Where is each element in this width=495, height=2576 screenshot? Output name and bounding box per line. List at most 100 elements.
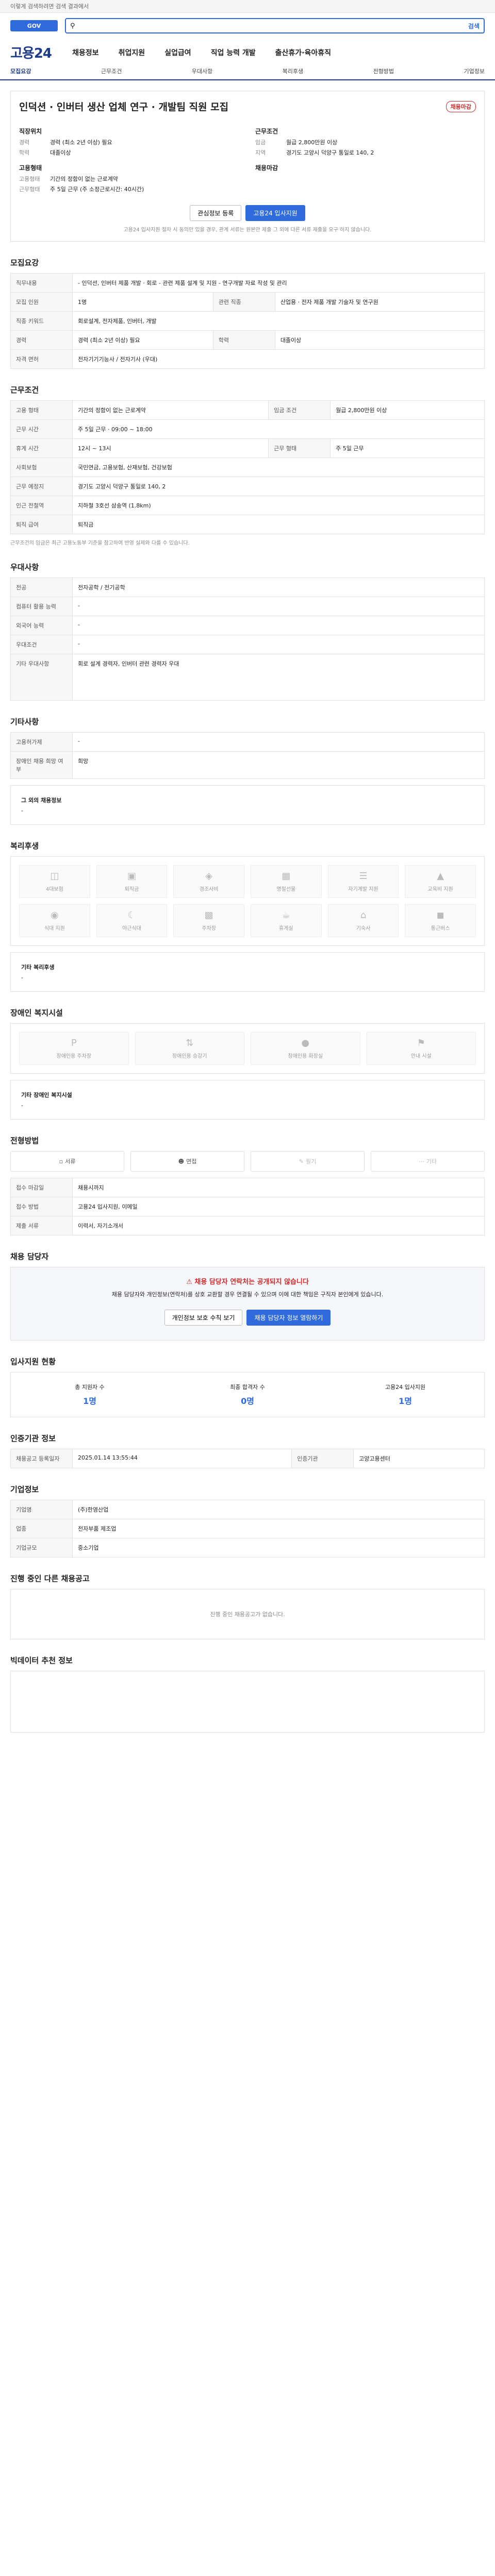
gnb-item[interactable]: 출산휴가·육아휴직: [275, 47, 331, 58]
table-row: 직무내용 - 인덕션, 인버터 제품 개발 · 회로 - 관련 제품 설계 및 지…: [10, 273, 485, 293]
kv-row: 고용형태 기간의 정함이 없는 근로계약: [19, 176, 118, 182]
signpost-icon: ⚑: [417, 1038, 425, 1048]
contact-alert: ⚠ 채용 담당자 연락처는 공개되지 않습니다 채용 담당자와 개인정보(연락처…: [10, 1267, 485, 1341]
applicants-heading: 입사지원 현황: [10, 1357, 56, 1366]
table-row: 채용공고 등록일자 2025.01.14 13:55:44 인증기관 고양고용센터: [10, 1449, 485, 1468]
search-input[interactable]: [79, 22, 464, 29]
table-row: 컴퓨터 활용 능력 -: [10, 597, 485, 616]
work-heading: 근무조건: [10, 385, 39, 395]
group-heading: 고용형태: [19, 164, 42, 172]
disability-tile: ⇅ 장애인용 승강기: [135, 1032, 244, 1065]
welfare-other: 기타 복리후생 -: [10, 952, 485, 992]
table-row: 근무 예정지 경기도 고양시 덕양구 통일로 140, 2: [10, 477, 485, 496]
user-icon: ☻: [178, 1158, 185, 1165]
apply-note: 고용24 입사지원 절차 시 동의만 있을 경우, 관계 서류는 원본만 제출 …: [123, 227, 372, 233]
table-row: 우대조건 -: [10, 635, 485, 654]
other-jobs-heading: 진행 중인 다른 채용공고: [10, 1574, 90, 1583]
kv-row: 학력 대졸이상: [19, 149, 71, 156]
tab-work[interactable]: 근무조건: [101, 67, 122, 75]
prefer-table: 전공 전자공학 / 전기공학 컴퓨터 활용 능력 - 외국어 능력 - 우대조건 - 기…: [10, 578, 485, 701]
moon-icon: ☾: [127, 910, 136, 921]
global-nav: 채용정보 취업지원 실업급여 직업 능력 개발 출산휴가·육아휴직: [72, 47, 331, 58]
etc-heading: 기타사항: [10, 717, 39, 726]
disability-grid: P 장애인용 주차장 ⇅ 장애인용 승강기 ● 장애인용 화장실 ⚑ 안내 시설: [10, 1023, 485, 1074]
welfare-tile: ⌂ 기숙사: [327, 904, 399, 937]
job-summary-card: 인덕션 · 인버터 생산 업체 연구 · 개발팀 직원 모집 채용마감 직장위치…: [10, 91, 485, 242]
car-icon: ▩: [204, 910, 213, 921]
tab-company[interactable]: 기업정보: [464, 67, 484, 75]
welfare-tile: ◈ 경조사비: [173, 865, 244, 898]
gnb-item[interactable]: 직업 능력 개발: [211, 47, 256, 58]
search-button[interactable]: 검색: [468, 22, 480, 30]
present-icon: ▦: [282, 871, 291, 882]
screening-steps: ▫ 서류 ☻ 면접 ✎ 필기 ⋯ 기타: [10, 1151, 485, 1172]
recruit-table: 직무내용 - 인덕션, 인버터 제품 개발 · 회로 - 관련 제품 설계 및 지…: [10, 273, 485, 369]
restroom-icon: ●: [301, 1038, 310, 1048]
table-row: 접수 방법 고용24 입사지원, 이메일: [10, 1197, 485, 1216]
table-row: 인근 전철역 지하철 3호선 삼송역 (1.8km): [10, 496, 485, 515]
tab-welfare[interactable]: 복리후생: [283, 67, 303, 75]
table-row: 고용허가제 -: [10, 732, 485, 752]
view-contact-button[interactable]: 채용 담당자 정보 열람하기: [246, 1310, 331, 1326]
prefer-heading: 우대사항: [10, 563, 39, 572]
dots-icon: ⋯: [418, 1158, 424, 1165]
gnb-item[interactable]: 취업지원: [119, 47, 145, 58]
interest-button[interactable]: 관심정보 등록: [190, 205, 242, 221]
brand-logo[interactable]: GOV: [10, 20, 58, 31]
brand-row: 고용24 채용정보 취업지원 실업급여 직업 능력 개발 출산휴가·육아휴직: [0, 39, 495, 62]
wallet-icon: ▣: [127, 871, 136, 882]
table-row: 자격 면허 전자기기기능사 / 전자기사 (우대): [10, 349, 485, 369]
welfare-tile: ▦ 명절선물: [251, 865, 322, 898]
summary-grid: 직장위치 경력 경력 (최소 2년 이상) 필요 학력 대졸이상 고용형태 고용형태…: [19, 122, 476, 195]
welfare-tile: ▲ 교육비 지원: [405, 865, 476, 898]
summary-right: 근무조건 임금 월급 2,800만원 이상 지역 경기도 고양시 덕양구 통일로 1…: [255, 122, 476, 195]
coffee-icon: ☕: [282, 910, 290, 921]
privacy-rules-button[interactable]: 개인정보 보호 수칙 보기: [164, 1310, 243, 1326]
table-row: 전공 전자공학 / 전기공학: [10, 578, 485, 597]
search-row: GOV ⚲ 검색: [0, 13, 495, 39]
top-banner: 이렇게 검색하려면 검색 결과에서: [0, 0, 495, 13]
welfare-heading: 복리후생: [10, 841, 39, 851]
gnb-item[interactable]: 실업급여: [164, 47, 191, 58]
kv-row: 임금 월급 2,800만원 이상: [255, 139, 338, 146]
job-title-row: 인덕션 · 인버터 생산 업체 연구 · 개발팀 직원 모집 채용마감: [19, 99, 476, 113]
tab-screening[interactable]: 전형방법: [373, 67, 394, 75]
disability-other: 기타 장애인 복지시설 -: [10, 1080, 485, 1120]
welfare-tile: ☰ 자기계발 지원: [327, 865, 399, 898]
kv-row: 근무형태 주 5일 근무 (주 소정근로시간: 40시간): [19, 186, 144, 193]
table-row: 기업명 (주)한영산업: [10, 1500, 485, 1519]
table-row: 근무 시간 주 5일 근무 · 09:00 ~ 18:00: [10, 419, 485, 439]
graduation-icon: ▲: [437, 871, 444, 882]
screening-heading: 전형방법: [10, 1136, 39, 1145]
table-row: 업종 전자부품 제조업: [10, 1519, 485, 1538]
group-heading: 근무조건: [255, 128, 278, 135]
welfare-tile: ◉ 식대 지원: [19, 904, 90, 937]
welfare-tile: ◫ 4대보험: [19, 865, 90, 898]
site-brand[interactable]: 고용24: [10, 43, 52, 62]
welfare-tile: ▩ 주차장: [173, 904, 244, 937]
step-interview: ☻ 면접: [130, 1151, 244, 1172]
etc-table: 고용허가제 - 장애인 채용 희망 여부 희망: [10, 732, 485, 779]
contact-alert-title: ⚠ 채용 담당자 연락처는 공개되지 않습니다: [186, 1278, 309, 1286]
recommend-box: [10, 1671, 485, 1733]
disability-heading: 장애인 복지시설: [10, 1008, 63, 1018]
step-other: ⋯ 기타: [371, 1151, 485, 1172]
table-row: 직종 키워드 회로설계, 전자제품, 인버터, 개발: [10, 311, 485, 331]
status-badge: 채용마감: [446, 100, 476, 112]
disability-tile: P 장애인용 주차장: [19, 1032, 129, 1065]
table-row: 기타 우대사항 회로 설계 경력자, 인버터 관련 경력자 우대: [10, 654, 485, 701]
info-table: 채용공고 등록일자 2025.01.14 13:55:44 인증기관 고양고용센터: [10, 1449, 485, 1468]
summary-actions: 관심정보 등록 고용24 입사지원: [19, 205, 476, 221]
disability-tile: ● 장애인용 화장실: [251, 1032, 360, 1065]
document-icon: ▫: [59, 1158, 63, 1165]
tab-recruit[interactable]: 모집요강: [10, 67, 31, 75]
tab-prefer[interactable]: 우대사항: [192, 67, 212, 75]
etc-extra: 그 외의 채용정보 -: [10, 785, 485, 825]
contact-heading: 채용 담당자: [10, 1252, 49, 1261]
company-table: 기업명 (주)한영산업 업종 전자부품 제조업 기업규모 중소기업: [10, 1500, 485, 1557]
contact-actions: 개인정보 보호 수칙 보기 채용 담당자 정보 열람하기: [21, 1310, 474, 1326]
table-row: 기업규모 중소기업: [10, 1538, 485, 1557]
apply-button[interactable]: 고용24 입사지원: [245, 205, 305, 221]
gnb-item[interactable]: 채용정보: [72, 47, 99, 58]
welfare-tile: ☾ 야근식대: [96, 904, 168, 937]
